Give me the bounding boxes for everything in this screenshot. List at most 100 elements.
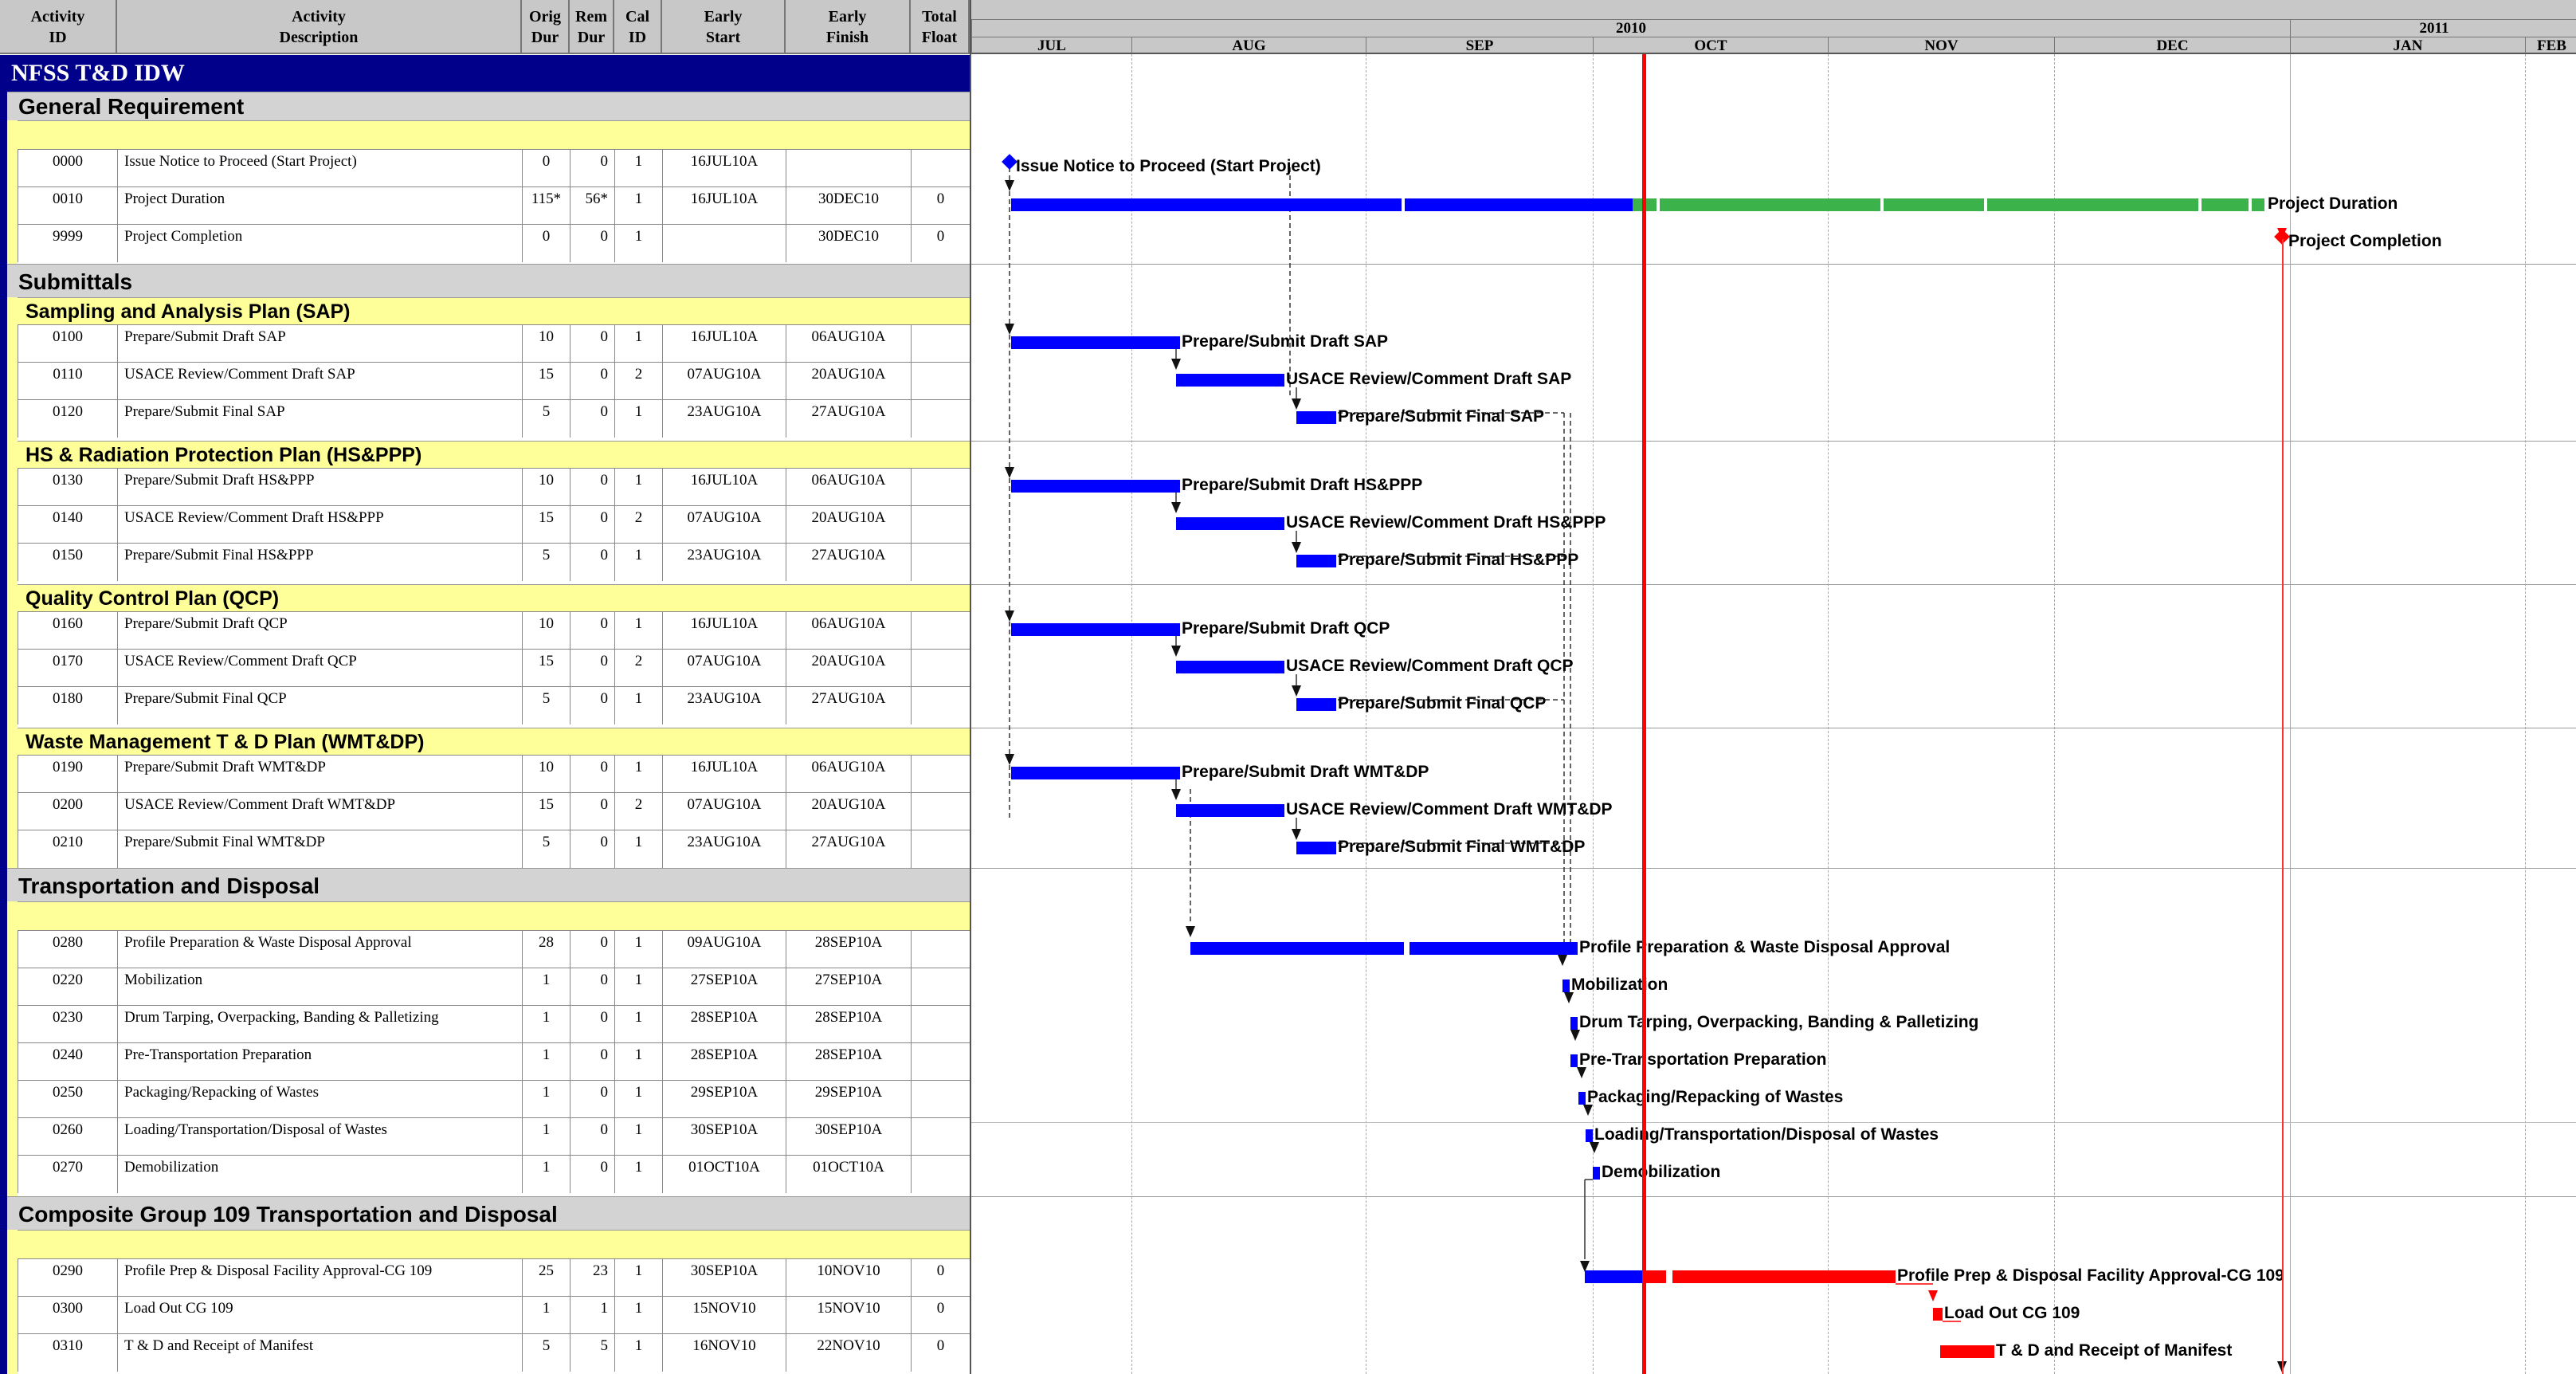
gantt-bar[interactable] bbox=[1176, 804, 1284, 817]
col-header-activity-id[interactable]: Activity ID bbox=[0, 0, 117, 54]
gantt-bar[interactable] bbox=[1570, 1017, 1578, 1030]
table-row[interactable]: 9999 Project Completion 0 0 1 30DEC10 0 bbox=[18, 224, 970, 262]
table-row[interactable]: 0240 Pre-Transportation Preparation 1 0 1 28S… bbox=[18, 1042, 970, 1081]
table-row[interactable]: 0140 USACE Review/Comment Draft HS&PPP 15 0… bbox=[18, 505, 970, 544]
cell-float bbox=[911, 1156, 970, 1193]
gantt-bar[interactable] bbox=[1190, 942, 1404, 955]
gantt-bar[interactable] bbox=[1586, 1129, 1593, 1142]
col-header-total-float[interactable]: Total Float bbox=[911, 0, 970, 54]
gantt-bar[interactable] bbox=[1011, 767, 1180, 779]
col-header-early-start-l1: Early bbox=[704, 8, 743, 26]
table-row[interactable]: 0290 Profile Prep & Disposal Facility App… bbox=[18, 1258, 970, 1297]
table-row[interactable]: 0230 Drum Tarping, Overpacking, Banding &… bbox=[18, 1005, 970, 1043]
bar-label: USACE Review/Comment Draft QCP bbox=[1286, 657, 1574, 675]
cell-cal: 1 bbox=[614, 1259, 662, 1297]
table-row[interactable]: 0210 Prepare/Submit Final WMT&DP 5 0 1 23AUG1… bbox=[18, 830, 970, 868]
gantt-bar[interactable] bbox=[1296, 842, 1336, 854]
cell-orig: 10 bbox=[522, 612, 570, 650]
gantt-bar[interactable] bbox=[2202, 198, 2249, 211]
table-row[interactable]: 0100 Prepare/Submit Draft SAP 10 0 1 16JUL10A… bbox=[18, 324, 970, 363]
table-row[interactable]: 0120 Prepare/Submit Final SAP 5 0 1 23AUG10A 2… bbox=[18, 399, 970, 438]
link-arrow bbox=[1558, 955, 1567, 966]
cell-cal: 1 bbox=[614, 1081, 662, 1118]
table-row[interactable]: 0130 Prepare/Submit Draft HS&PPP 10 0 1 16JUL… bbox=[18, 468, 970, 506]
cell-desc: Load Out CG 109 bbox=[117, 1297, 522, 1334]
table-row[interactable]: 0270 Demobilization 1 0 1 01OCT10A 01OCT10A bbox=[18, 1155, 970, 1193]
table-row[interactable]: 0000 Issue Notice to Proceed (Start Proje… bbox=[18, 149, 970, 187]
gantt-bar[interactable] bbox=[1410, 942, 1578, 955]
gantt-bar[interactable] bbox=[1933, 1308, 1943, 1321]
gantt-bar[interactable] bbox=[1578, 1092, 1586, 1105]
col-header-total-float-l1: Total bbox=[922, 8, 957, 26]
cell-rem: 0 bbox=[570, 968, 614, 1006]
cell-start: 23AUG10A bbox=[662, 687, 786, 724]
table-row[interactable]: 0260 Loading/Transportation/Disposal of W… bbox=[18, 1117, 970, 1156]
gantt-bar[interactable] bbox=[1011, 336, 1180, 349]
gantt-bar[interactable] bbox=[1940, 1345, 1994, 1358]
section-composite-group-109: Composite Group 109 Transportation and D… bbox=[7, 1196, 970, 1230]
gantt-bar[interactable] bbox=[1296, 411, 1336, 424]
table-row[interactable]: 0180 Prepare/Submit Final QCP 5 0 1 23AUG10A 2… bbox=[18, 686, 970, 724]
cell-orig: 10 bbox=[522, 469, 570, 506]
gantt-bar[interactable] bbox=[1176, 661, 1284, 673]
gantt-bar[interactable] bbox=[2252, 198, 2264, 211]
cell-start: 07AUG10A bbox=[662, 793, 786, 830]
cell-float bbox=[911, 400, 970, 438]
gantt-bar[interactable] bbox=[1011, 623, 1180, 636]
bar-label: Prepare/Submit Final HS&PPP bbox=[1338, 551, 1579, 569]
col-header-cal-id[interactable]: Cal ID bbox=[614, 0, 662, 54]
gantt-bar[interactable] bbox=[1593, 1167, 1600, 1180]
cell-cal: 1 bbox=[614, 225, 662, 262]
cell-desc: USACE Review/Comment Draft WMT&DP bbox=[117, 793, 522, 830]
gantt-bar[interactable] bbox=[1987, 198, 2198, 211]
gantt-bar[interactable] bbox=[1176, 374, 1284, 387]
cell-desc: Demobilization bbox=[117, 1156, 522, 1193]
gantt-bar[interactable] bbox=[1296, 555, 1336, 567]
table-row[interactable]: 0250 Packaging/Repacking of Wastes 1 0 1 29SE… bbox=[18, 1080, 970, 1118]
bar-label: Prepare/Submit Draft SAP bbox=[1182, 332, 1389, 351]
section-td-spacer bbox=[18, 901, 970, 930]
gantt-bar[interactable] bbox=[1011, 480, 1180, 493]
table-row[interactable]: 0170 USACE Review/Comment Draft QCP 15 0 2 07… bbox=[18, 649, 970, 687]
gantt-bar[interactable] bbox=[1562, 979, 1570, 992]
link-arrow bbox=[1928, 1290, 1938, 1301]
table-row[interactable]: 0110 USACE Review/Comment Draft SAP 15 0 2 07… bbox=[18, 362, 970, 400]
table-row[interactable]: 0010 Project Duration 115* 56* 1 16JUL10A 30DE… bbox=[18, 186, 970, 225]
gantt-bar[interactable] bbox=[1884, 198, 1984, 211]
cell-orig: 0 bbox=[522, 225, 570, 262]
cell-id: 0150 bbox=[18, 544, 117, 581]
table-row[interactable]: 0150 Prepare/Submit Final HS&PPP 5 0 1 23AUG1… bbox=[18, 543, 970, 581]
table-row[interactable]: 0300 Load Out CG 109 1 1 1 15NOV10 15NOV10 0 bbox=[18, 1296, 970, 1334]
bar-label: Drum Tarping, Overpacking, Banding & Pal… bbox=[1579, 1013, 1979, 1031]
link-arrow bbox=[1171, 359, 1181, 370]
table-row[interactable]: 0190 Prepare/Submit Draft WMT&DP 10 0 1 16JUL… bbox=[18, 755, 970, 793]
gantt-bar[interactable] bbox=[1405, 198, 1633, 211]
gantt-bar[interactable] bbox=[1296, 698, 1336, 711]
gantt-bar[interactable] bbox=[1570, 1054, 1578, 1067]
cell-start: 09AUG10A bbox=[662, 931, 786, 968]
cell-desc: Prepare/Submit Final SAP bbox=[117, 400, 522, 438]
cell-float bbox=[911, 363, 970, 400]
cell-start: 16JUL10A bbox=[662, 187, 786, 225]
gantt-bar[interactable] bbox=[1011, 198, 1402, 211]
cell-id: 0000 bbox=[18, 150, 117, 187]
col-header-early-start[interactable]: Early Start bbox=[662, 0, 786, 54]
gantt-bar[interactable] bbox=[1672, 1270, 1896, 1283]
cell-id: 0310 bbox=[18, 1334, 117, 1372]
gantt-bar[interactable] bbox=[1176, 517, 1284, 530]
table-row[interactable]: 0310 T & D and Receipt of Manifest 5 5 1 16NO… bbox=[18, 1333, 970, 1372]
table-row[interactable]: 0280 Profile Preparation & Waste Disposal… bbox=[18, 930, 970, 968]
cell-orig: 1 bbox=[522, 1156, 570, 1193]
gantt-bar[interactable] bbox=[1585, 1270, 1642, 1283]
col-header-description[interactable]: Activity Description bbox=[117, 0, 522, 54]
table-row[interactable]: 0160 Prepare/Submit Draft QCP 10 0 1 16JUL10A… bbox=[18, 611, 970, 650]
table-row[interactable]: 0200 USACE Review/Comment Draft WMT&DP 15 0… bbox=[18, 792, 970, 830]
gantt-bar[interactable] bbox=[1660, 198, 1880, 211]
col-header-rem-dur[interactable]: Rem Dur bbox=[570, 0, 614, 54]
subsection-sap: Sampling and Analysis Plan (SAP) bbox=[18, 297, 970, 324]
col-header-orig-dur[interactable]: Orig Dur bbox=[522, 0, 570, 54]
table-row[interactable]: 0220 Mobilization 1 0 1 27SEP10A 27SEP10A bbox=[18, 968, 970, 1006]
col-header-early-finish[interactable]: Early Finish bbox=[786, 0, 911, 54]
cell-id: 0240 bbox=[18, 1043, 117, 1081]
cell-desc: USACE Review/Comment Draft HS&PPP bbox=[117, 506, 522, 544]
